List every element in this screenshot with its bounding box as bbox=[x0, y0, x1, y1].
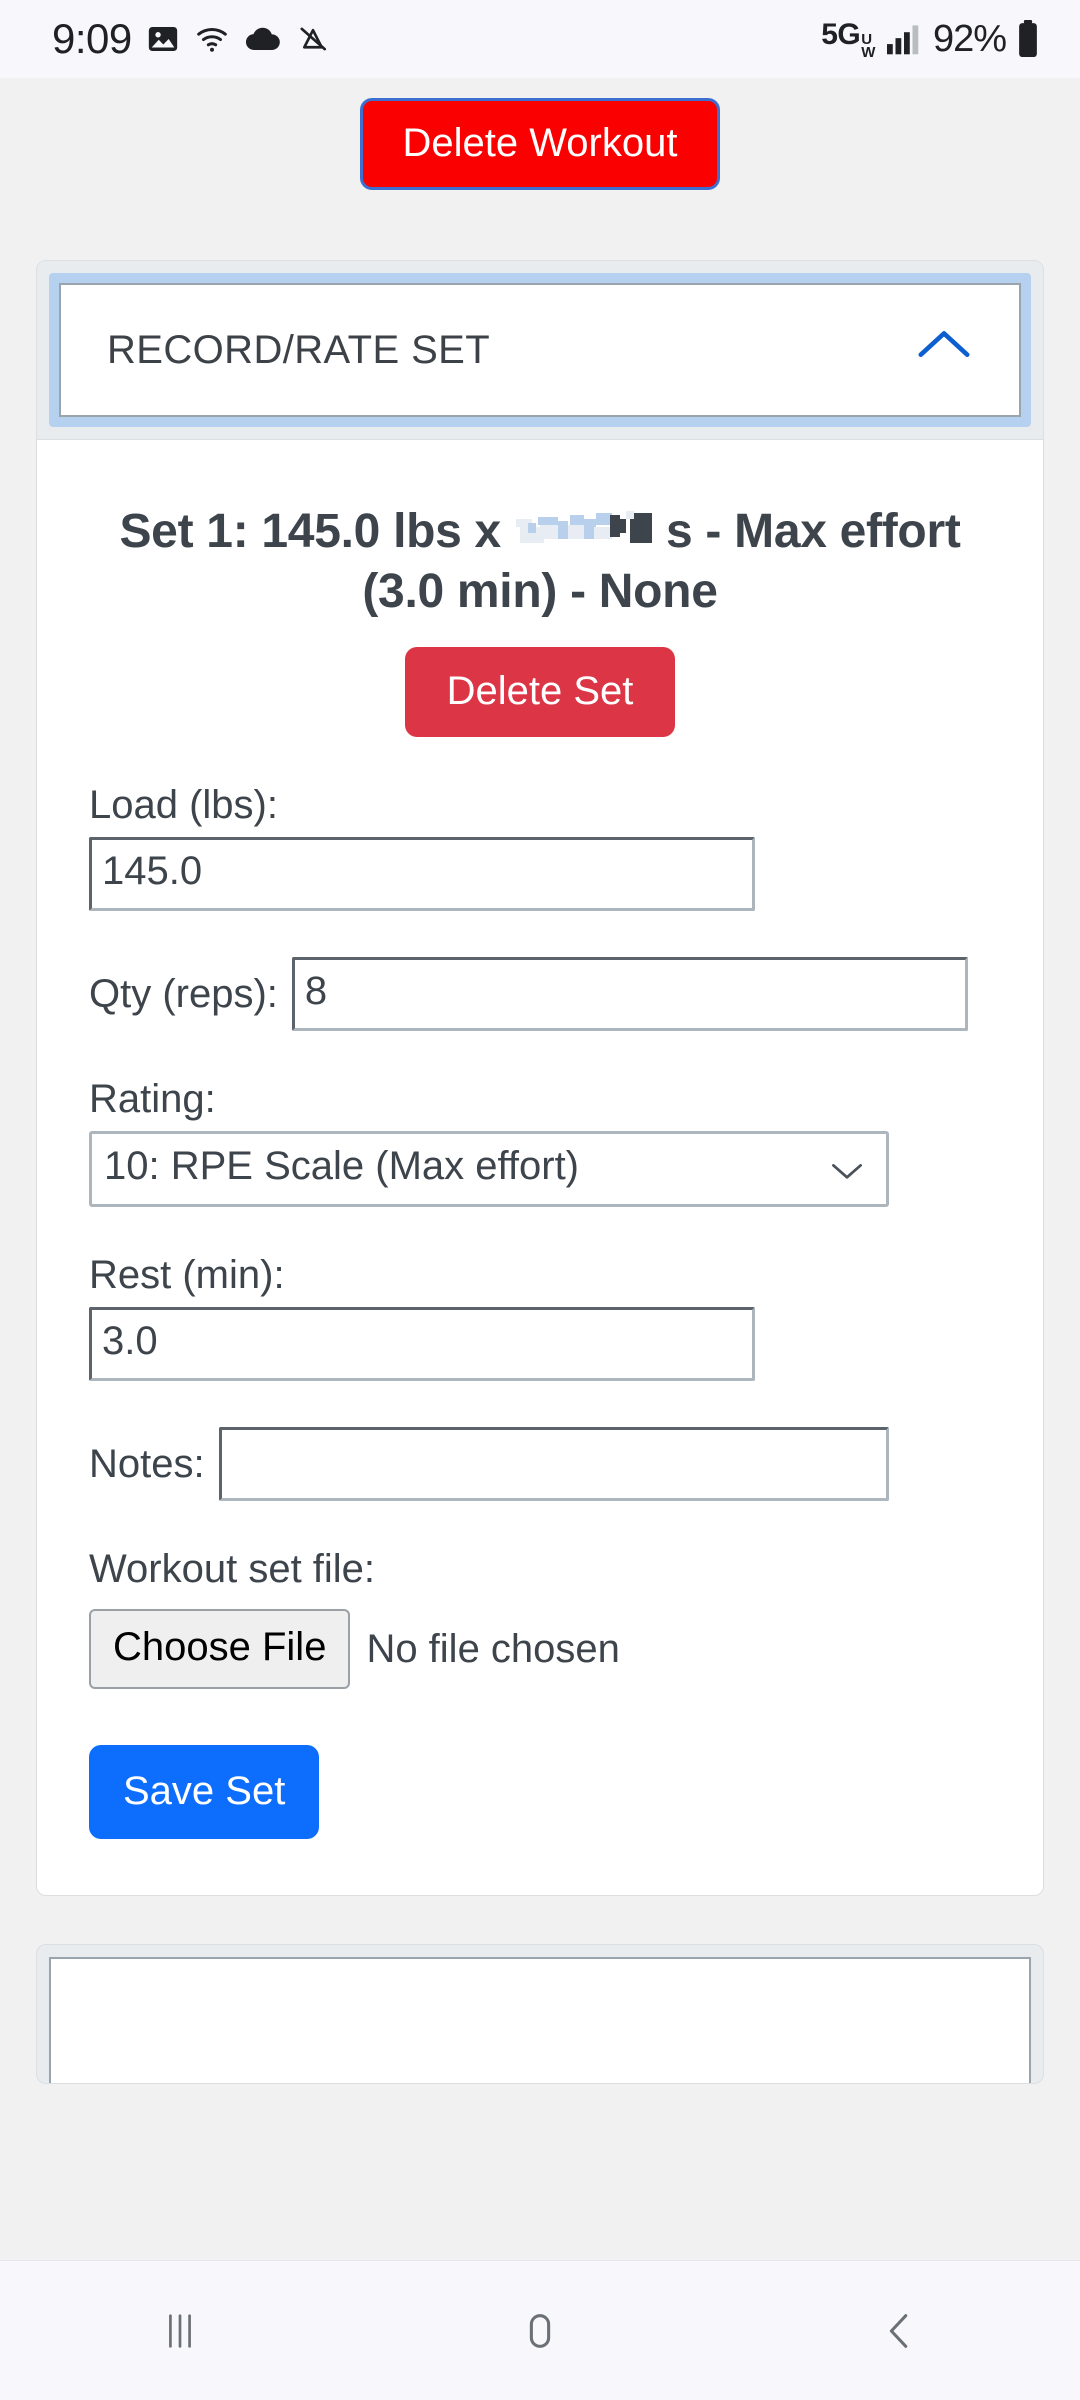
network-type-label: 5G U W bbox=[821, 18, 875, 61]
page-content: Delete Workout RECORD/RATE SET Set 1: 14… bbox=[0, 78, 1080, 2322]
rating-field-group: Rating: 10: RPE Scale (Max effort) bbox=[89, 1077, 991, 1207]
signal-bars-icon bbox=[885, 22, 923, 56]
status-bar-left: 9:09 bbox=[52, 18, 330, 60]
notes-input[interactable] bbox=[218, 1426, 889, 1501]
file-chosen-status: No file chosen bbox=[366, 1626, 620, 1671]
rest-input[interactable] bbox=[89, 1306, 755, 1381]
back-icon[interactable] bbox=[810, 2261, 990, 2400]
chevron-up-icon bbox=[915, 327, 973, 373]
cloud-icon bbox=[244, 24, 282, 54]
accordion-toggle-record-rate-set[interactable]: RECORD/RATE SET bbox=[59, 283, 1021, 417]
chevron-down-icon bbox=[830, 1146, 864, 1191]
status-bar-right: 5G U W 92% bbox=[821, 18, 1040, 61]
status-bar-clock: 9:09 bbox=[52, 15, 132, 62]
rating-selected-value: 10: RPE Scale (Max effort) bbox=[104, 1144, 579, 1189]
rating-label: Rating: bbox=[89, 1076, 216, 1121]
accordion-focus-ring: RECORD/RATE SET bbox=[49, 273, 1031, 427]
set-summary-prefix: Set 1: 145.0 lbs x bbox=[119, 505, 514, 558]
recents-icon[interactable] bbox=[90, 2261, 270, 2400]
load-label: Load (lbs): bbox=[89, 782, 278, 827]
battery-percent-label: 92% bbox=[932, 17, 1007, 60]
accordion-body: Set 1: 145.0 lbs x s - Max effort (3.0 m… bbox=[37, 440, 1043, 1895]
wifi-icon bbox=[194, 22, 230, 56]
workout-set-file-group: Workout set file: Choose File No file ch… bbox=[89, 1547, 991, 1689]
qty-field-group: Qty (reps): bbox=[89, 956, 991, 1031]
mute-icon bbox=[296, 23, 330, 55]
choose-file-button[interactable]: Choose File bbox=[89, 1608, 351, 1689]
status-bar: 9:09 5G U W 92% bbox=[0, 0, 1080, 78]
rest-label: Rest (min): bbox=[89, 1252, 285, 1297]
delete-set-button[interactable]: Delete Set bbox=[404, 646, 676, 737]
next-accordion-card bbox=[36, 1943, 1044, 2084]
rating-select[interactable]: 10: RPE Scale (Max effort) bbox=[89, 1130, 889, 1207]
save-set-button[interactable]: Save Set bbox=[89, 1744, 320, 1839]
image-icon bbox=[146, 22, 180, 56]
home-icon[interactable] bbox=[450, 2261, 630, 2400]
rest-field-group: Rest (min): bbox=[89, 1253, 991, 1381]
notes-label: Notes: bbox=[89, 1441, 205, 1486]
file-picker-row: Choose File No file chosen bbox=[89, 1608, 991, 1689]
workout-set-file-label: Workout set file: bbox=[89, 1546, 376, 1591]
delete-set-row: Delete Set bbox=[89, 646, 991, 737]
next-accordion-toggle[interactable] bbox=[49, 1956, 1031, 2083]
corrupted-text-artifact bbox=[514, 509, 666, 555]
delete-workout-button[interactable]: Delete Workout bbox=[359, 98, 721, 190]
set-summary-title: Set 1: 145.0 lbs x s - Max effort (3.0 m… bbox=[89, 480, 991, 623]
load-field-group: Load (lbs): bbox=[89, 783, 991, 911]
android-nav-bar bbox=[0, 2260, 1080, 2400]
notes-field-group: Notes: bbox=[89, 1426, 991, 1501]
delete-workout-row: Delete Workout bbox=[0, 78, 1080, 190]
qty-input[interactable] bbox=[291, 956, 968, 1031]
qty-label: Qty (reps): bbox=[89, 971, 278, 1016]
load-input[interactable] bbox=[89, 836, 755, 911]
record-rate-set-card: RECORD/RATE SET Set 1: 145.0 lbs x s - M… bbox=[36, 260, 1044, 1896]
accordion-header: RECORD/RATE SET bbox=[37, 261, 1043, 440]
accordion-title: RECORD/RATE SET bbox=[107, 327, 491, 372]
battery-full-icon bbox=[1016, 20, 1040, 58]
